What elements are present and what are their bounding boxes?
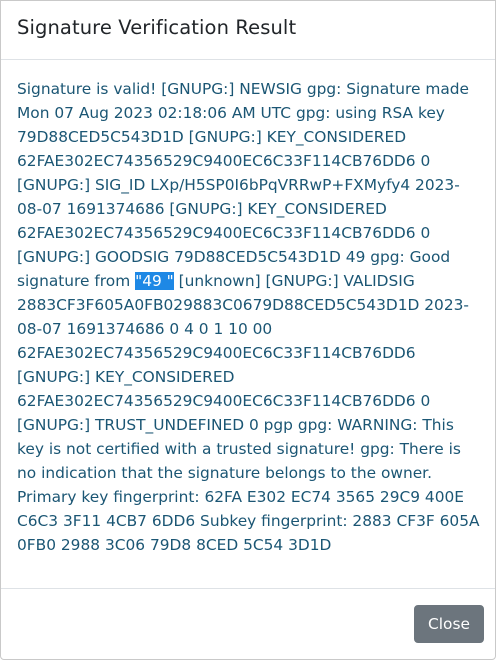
dialog-title: Signature Verification Result (17, 16, 297, 39)
result-text-before: Signature is valid! [GNUPG:] NEWSIG gpg:… (17, 80, 470, 290)
close-button[interactable]: Close (414, 605, 484, 643)
verification-result-text: Signature is valid! [GNUPG:] NEWSIG gpg:… (17, 77, 483, 557)
signature-verification-dialog: Signature Verification Result Signature … (0, 0, 496, 660)
dialog-header: Signature Verification Result (1, 1, 495, 60)
selected-text: "49 " (135, 272, 174, 290)
dialog-footer: Close (1, 589, 495, 658)
dialog-body: Signature is valid! [GNUPG:] NEWSIG gpg:… (1, 60, 495, 589)
result-text-after: [unknown] [GNUPG:] VALIDSIG 2883CF3F605A… (17, 272, 480, 554)
